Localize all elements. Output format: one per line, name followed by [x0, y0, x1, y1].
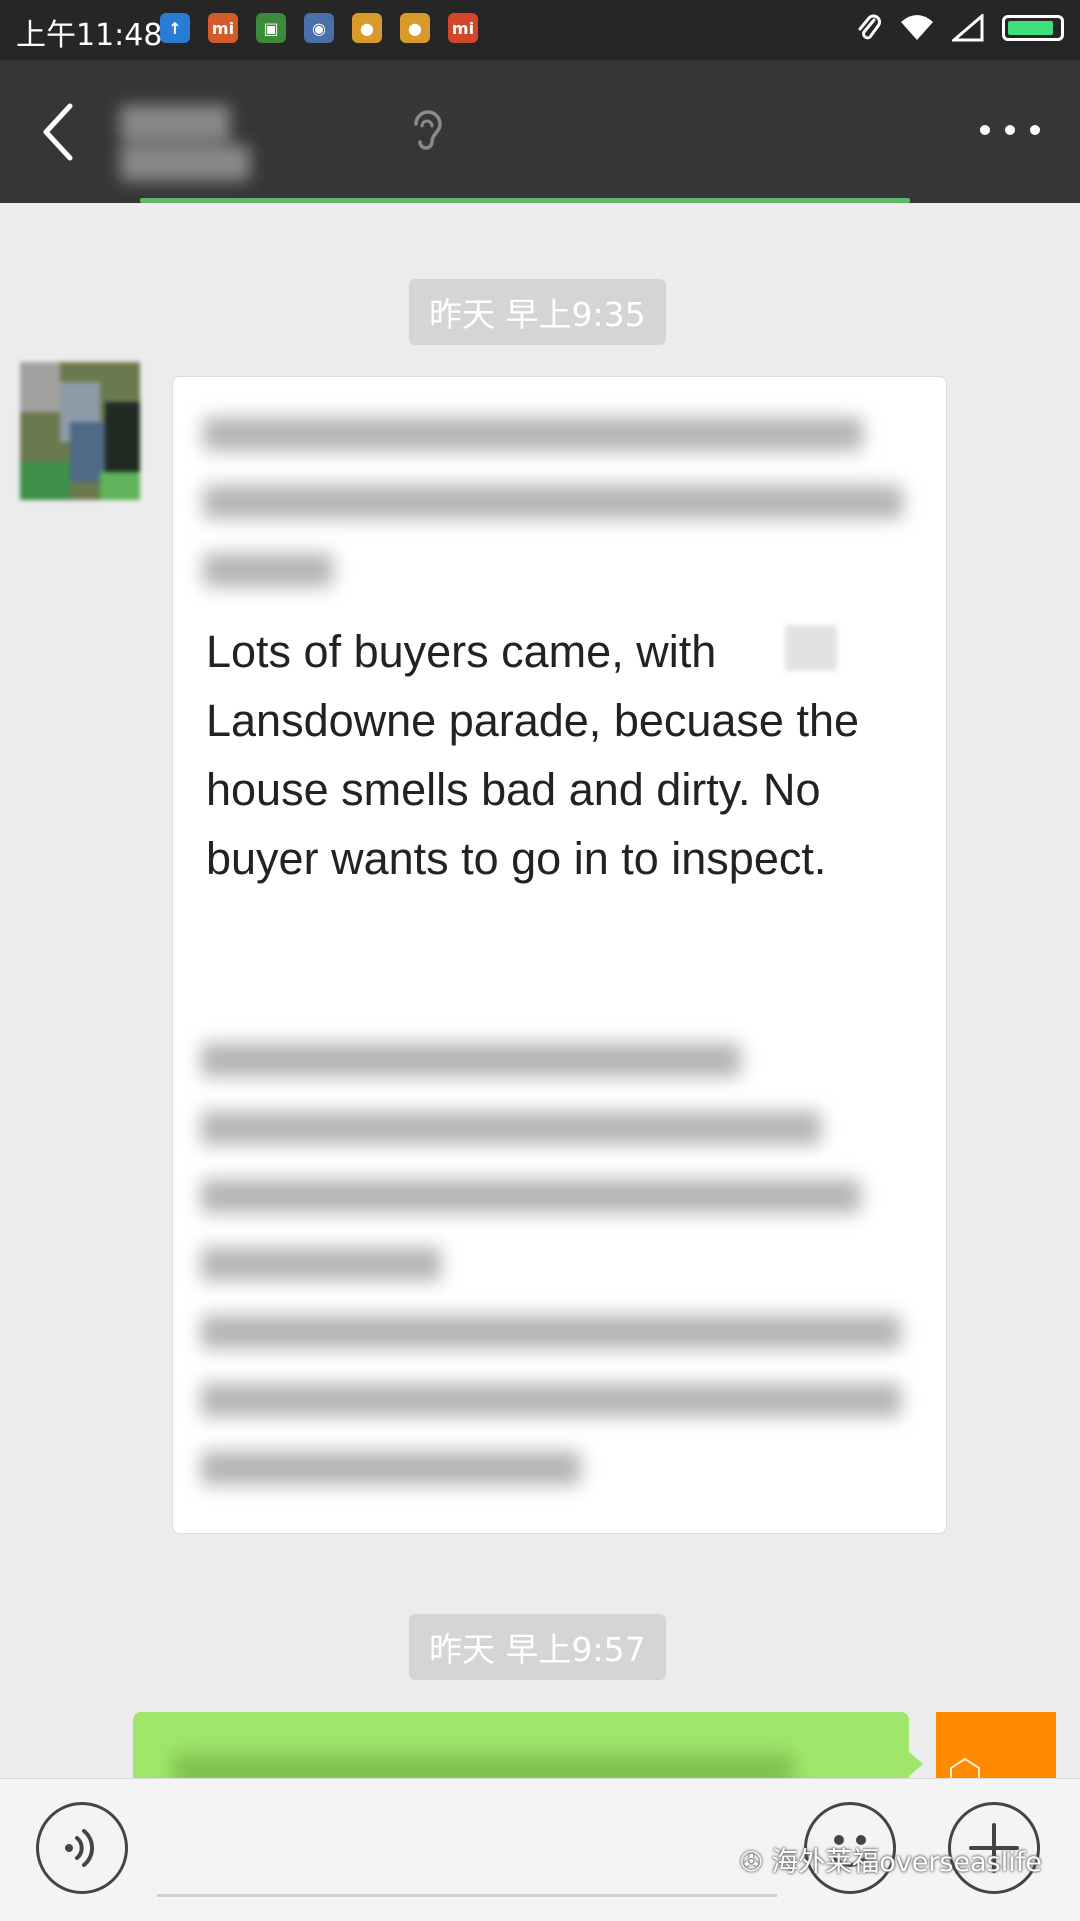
message-bubble-incoming[interactable]: Lots of buyers came, with Lansdowne para… [172, 376, 947, 1534]
upload-icon: ↑ [160, 13, 190, 43]
more-dot [1005, 125, 1015, 135]
watermark-text: 海外莱福overseaslife [771, 1847, 1042, 1878]
avatar-pixel [100, 472, 140, 500]
battery-fill [1008, 21, 1053, 35]
redacted-line [201, 1247, 441, 1281]
avatar-pixel [20, 462, 70, 500]
wechat-logo-icon: ✇ [740, 1847, 772, 1878]
redacted-line [201, 1179, 861, 1213]
redacted-text-block [201, 1043, 921, 1519]
status-time: 上午11:48 [16, 18, 163, 53]
chat-header [0, 60, 1080, 203]
battery-icon [1002, 15, 1064, 41]
android-icon: ▣ [256, 13, 286, 43]
redacted-text-block [203, 417, 903, 621]
voice-icon [65, 1829, 95, 1867]
avatar-pixel [20, 362, 60, 412]
app-badge-icon-2: ● [400, 13, 430, 43]
more-options-button[interactable] [980, 120, 1040, 140]
attachment-icon [858, 14, 881, 40]
status-right-icons [856, 12, 1064, 44]
redacted-line [201, 1383, 901, 1417]
watermark: ✇ 海外莱福overseaslife [740, 1840, 1042, 1879]
timestamp: 昨天 早上9:35 [409, 279, 666, 345]
mi-store-icon: mi [448, 13, 478, 43]
timestamp: 昨天 早上9:57 [409, 1614, 666, 1680]
redacted-line [201, 1043, 741, 1077]
camera-icon: ◉ [304, 13, 334, 43]
back-button[interactable] [36, 100, 84, 164]
app-badge-icon: ● [352, 13, 382, 43]
redacted-line [203, 417, 863, 451]
status-bar: 上午11:48 ↑ mi ▣ ◉ ● ● mi [0, 0, 1080, 60]
bubble-tail [909, 1752, 923, 1776]
message-input-field[interactable] [157, 1894, 777, 1897]
contact-avatar[interactable] [20, 362, 140, 500]
more-dot [980, 125, 990, 135]
more-dot [1030, 125, 1040, 135]
previous-message-edge [140, 198, 910, 203]
contact-name-redacted [120, 105, 390, 181]
redacted-line [201, 1315, 901, 1349]
redacted-word [785, 625, 837, 671]
wifi-icon [901, 15, 933, 40]
notification-icons: ↑ mi ▣ ◉ ● ● mi [160, 13, 478, 43]
redacted-line [203, 485, 903, 519]
earpiece-mode-icon [414, 110, 442, 150]
redacted-line [201, 1111, 821, 1145]
redacted-line [203, 553, 333, 587]
message-body: Lots of buyers came, with Lansdowne para… [206, 626, 860, 884]
signal-icon [952, 14, 984, 42]
mi-app-icon: mi [208, 13, 238, 43]
redacted-line [201, 1451, 581, 1485]
voice-input-button[interactable] [36, 1802, 128, 1894]
avatar-pixel [105, 402, 140, 472]
